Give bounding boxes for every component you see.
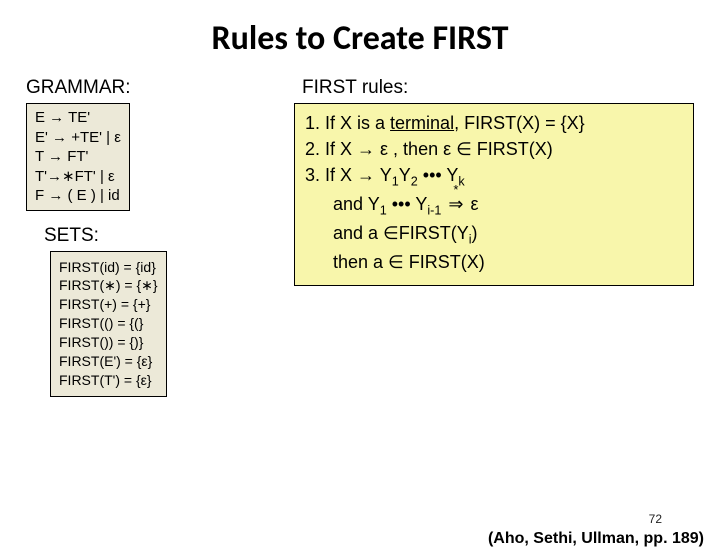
sets-line: FIRST(E') = {ε} (59, 352, 158, 371)
sets-line: FIRST(() = {(} (59, 314, 158, 333)
grammar-line: F → ( E ) | id (35, 186, 121, 206)
rule-line: 2. If X → ε , then ε ∈ FIRST(X) (305, 136, 683, 162)
grammar-line: T → FT' (35, 147, 121, 167)
sets-line: FIRST(+) = {+} (59, 295, 158, 314)
rule-line: and Y1 ••• Yi-1 *⇒ ε (333, 191, 683, 220)
content-columns: GRAMMAR: E → TE' E' → +TE' | ε T → FT' T… (0, 77, 720, 397)
rules-box: 1. If X is a terminal, FIRST(X) = {X} 2.… (294, 103, 694, 286)
sets-line: FIRST(∗) = {∗} (59, 276, 158, 295)
sets-line: FIRST(id) = {id} (59, 258, 158, 277)
grammar-line: E → TE' (35, 108, 121, 128)
left-column: GRAMMAR: E → TE' E' → +TE' | ε T → FT' T… (26, 77, 266, 397)
star-arrow-icon: *⇒ (448, 191, 463, 217)
rules-label: FIRST rules: (302, 77, 694, 99)
sets-line: FIRST()) = {)} (59, 333, 158, 352)
sets-line: FIRST(T') = {ε} (59, 371, 158, 390)
page-number: 72 (649, 512, 662, 526)
grammar-line: E' → +TE' | ε (35, 128, 121, 148)
rule-line: and a ∈FIRST(Yi) (333, 220, 683, 249)
grammar-box: E → TE' E' → +TE' | ε T → FT' T'→∗FT' | … (26, 103, 130, 211)
grammar-line: T'→∗FT' | ε (35, 167, 121, 187)
rule-line: 1. If X is a terminal, FIRST(X) = {X} (305, 110, 683, 136)
rule-line: then a ∈ FIRST(X) (333, 249, 683, 275)
right-column: FIRST rules: 1. If X is a terminal, FIRS… (294, 77, 694, 397)
grammar-label: GRAMMAR: (26, 77, 266, 99)
sets-box: FIRST(id) = {id} FIRST(∗) = {∗} FIRST(+)… (50, 251, 167, 397)
citation: (Aho, Sethi, Ullman, pp. 189) (488, 530, 704, 548)
sets-label: SETS: (44, 225, 266, 247)
rule-line: 3. If X → Y1Y2 ••• Yk (305, 162, 683, 191)
underline-terminal: terminal (390, 113, 454, 133)
slide-title: Rules to Create FIRST (0, 18, 720, 59)
